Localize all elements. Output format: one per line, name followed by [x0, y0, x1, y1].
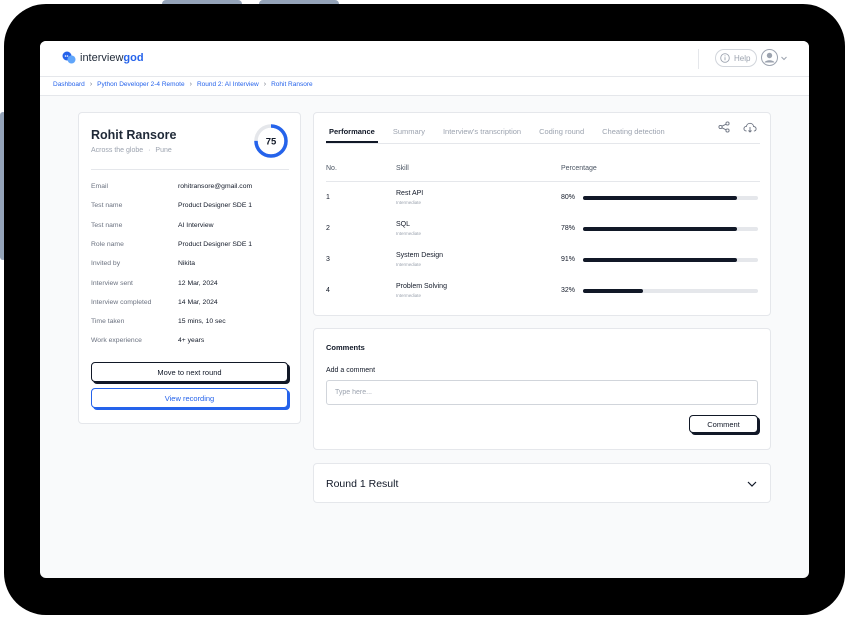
detail-row-test-name: Test name Product Designer SDE 1 — [91, 202, 253, 209]
detail-row-test-name-2: Test name AI Interview — [91, 222, 214, 229]
detail-row-time-taken: Time taken 15 mins, 10 sec — [91, 318, 226, 325]
breadcrumb-item-dashboard[interactable]: Dashboard — [53, 81, 85, 88]
breadcrumb-bar: Dashboard › Python Developer 2-4 Remote … — [40, 77, 809, 96]
candidate-location: Across the globe · Pune — [91, 147, 172, 154]
candidate-profile-card: Rohit Ransore Across the globe · Pune 75… — [78, 112, 301, 424]
info-icon — [720, 53, 730, 63]
detail-row-email: Email rohitransore@gmail.com — [91, 183, 253, 190]
skill-row: 3 System Design Intermediate 91% — [326, 247, 760, 271]
score-value: 75 — [266, 137, 277, 148]
tab-performance[interactable]: Performance — [326, 125, 378, 143]
breadcrumb-item-job[interactable]: Python Developer 2-4 Remote — [97, 81, 184, 88]
logo-text: interviewgod — [80, 52, 144, 64]
comment-input[interactable] — [326, 380, 758, 405]
user-menu[interactable] — [761, 49, 788, 66]
skill-bar-track — [583, 258, 758, 262]
round1-result-title: Round 1 Result — [326, 478, 399, 490]
skill-row: 4 Problem Solving Intermediate 32% — [326, 278, 760, 302]
tab-coding-round[interactable]: Coding round — [536, 125, 587, 143]
skill-bar-fill — [583, 289, 643, 293]
candidate-name: Rohit Ransore — [91, 128, 177, 142]
header-divider — [326, 181, 760, 182]
user-avatar-icon — [761, 49, 778, 66]
detail-row-interview-sent: Interview sent 12 Mar, 2024 — [91, 280, 218, 287]
view-recording-button[interactable]: View recording — [91, 388, 288, 408]
tab-transcription[interactable]: Interview's transcription — [440, 125, 524, 143]
tab-summary[interactable]: Summary — [390, 125, 428, 143]
breadcrumb: Dashboard › Python Developer 2-4 Remote … — [53, 81, 313, 88]
chevron-down-icon — [781, 56, 787, 60]
chevron-right-icon: › — [89, 81, 93, 88]
app-screen: interviewgod Help Dashboard › Python Dev… — [40, 41, 809, 578]
skill-bar-fill — [583, 258, 737, 262]
detail-row-invited-by: Invited by Nikita — [91, 260, 195, 267]
round1-result-accordion[interactable]: Round 1 Result — [313, 463, 771, 503]
chevron-down-icon[interactable] — [746, 479, 758, 489]
breadcrumb-item-candidate[interactable]: Rohit Ransore — [271, 81, 313, 88]
detail-row-role-name: Role name Product Designer SDE 1 — [91, 241, 253, 248]
score-ring: 75 — [253, 123, 289, 159]
detail-row-work-experience: Work experience 4+ years — [91, 337, 205, 344]
col-header-percentage: Percentage — [561, 165, 597, 172]
skill-bar-track — [583, 196, 758, 200]
topbar-divider — [698, 49, 699, 69]
tab-divider — [326, 143, 760, 144]
detail-row-interview-completed: Interview completed 14 Mar, 2024 — [91, 299, 218, 306]
col-header-no: No. — [326, 165, 337, 172]
skill-bar-track — [583, 227, 758, 231]
tab-bar: Performance Summary Interview's transcri… — [326, 125, 668, 143]
comments-title: Comments — [326, 343, 365, 352]
top-bar: interviewgod Help — [40, 41, 809, 77]
add-comment-label: Add a comment — [326, 367, 376, 374]
skill-row: 2 SQL Intermediate 78% — [326, 216, 760, 240]
help-label: Help — [734, 53, 751, 63]
comment-submit-button[interactable]: Comment — [689, 415, 758, 433]
skill-bar-fill — [583, 196, 737, 200]
chevron-right-icon: › — [189, 81, 192, 88]
profile-divider — [91, 169, 289, 170]
help-button[interactable]: Help — [715, 49, 758, 67]
skill-row: 1 Rest API Intermediate 80% — [326, 185, 760, 209]
breadcrumb-item-round[interactable]: Round 2: AI Interview — [197, 81, 259, 88]
performance-card: Performance Summary Interview's transcri… — [313, 112, 771, 316]
cloud-download-icon[interactable] — [743, 122, 757, 133]
move-to-next-round-button[interactable]: Move to next round — [91, 362, 288, 382]
tab-cheating-detection[interactable]: Cheating detection — [599, 125, 668, 143]
chevron-right-icon: › — [263, 81, 267, 88]
share-icon[interactable] — [718, 121, 730, 133]
comments-card: Comments Add a comment Comment — [313, 328, 771, 450]
logo-chat-icon — [62, 51, 76, 64]
col-header-skill: Skill — [396, 165, 409, 172]
logo[interactable]: interviewgod — [62, 51, 144, 65]
skill-bar-fill — [583, 227, 737, 231]
skill-bar-track — [583, 289, 758, 293]
